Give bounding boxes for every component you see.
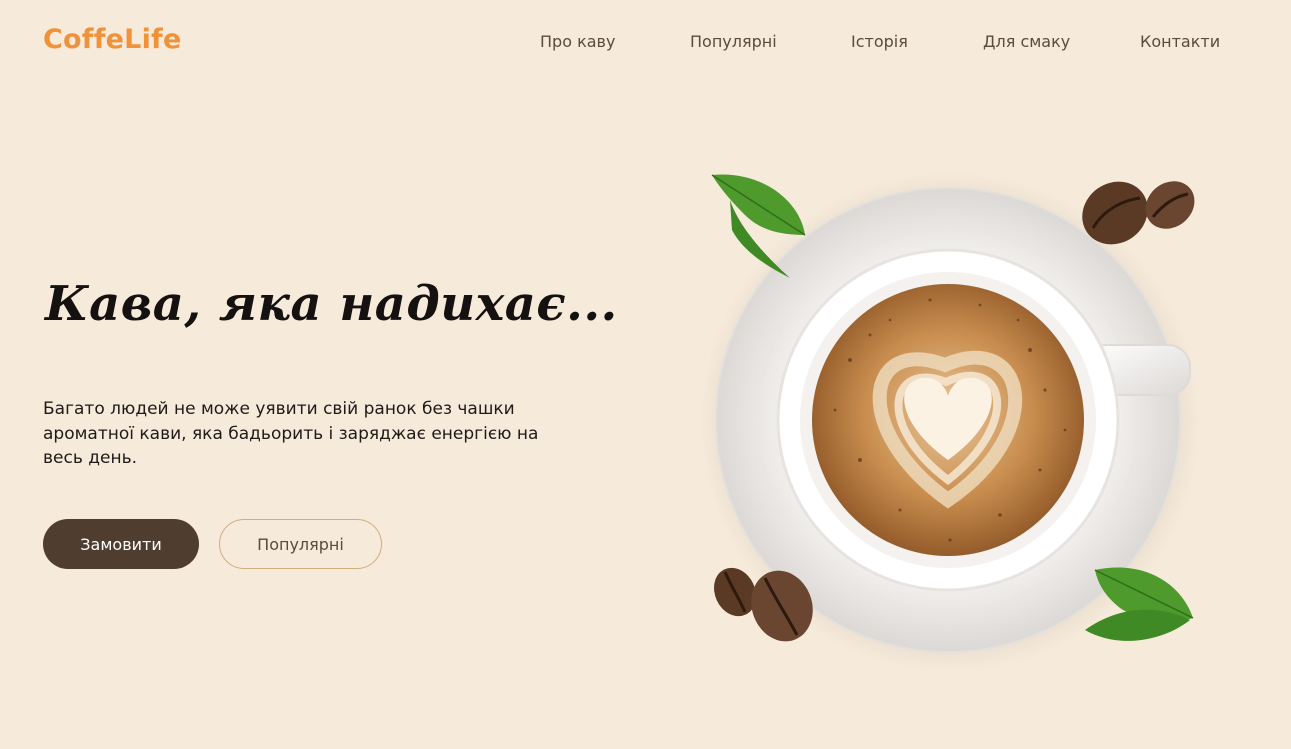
hero-description: Багато людей не може уявити свій ранок б… bbox=[43, 399, 539, 468]
site-header: CoffeLife Про каву Популярні Історія Для… bbox=[0, 0, 1291, 84]
coffee-cup-illustration bbox=[700, 172, 1200, 672]
nav-link-history[interactable]: Історія bbox=[851, 32, 908, 51]
nav-link-popular[interactable]: Популярні bbox=[690, 32, 777, 51]
hero-title: Кава, яка надихає... bbox=[45, 276, 618, 332]
nav-link-contacts[interactable]: Контакти bbox=[1140, 32, 1220, 51]
main-nav: Про каву Популярні Історія Для смаку Кон… bbox=[0, 32, 1291, 56]
order-button[interactable]: Замовити bbox=[43, 519, 199, 569]
popular-button[interactable]: Популярні bbox=[219, 519, 382, 569]
nav-link-about-coffee[interactable]: Про каву bbox=[540, 32, 615, 51]
nav-link-for-taste[interactable]: Для смаку bbox=[983, 32, 1070, 51]
